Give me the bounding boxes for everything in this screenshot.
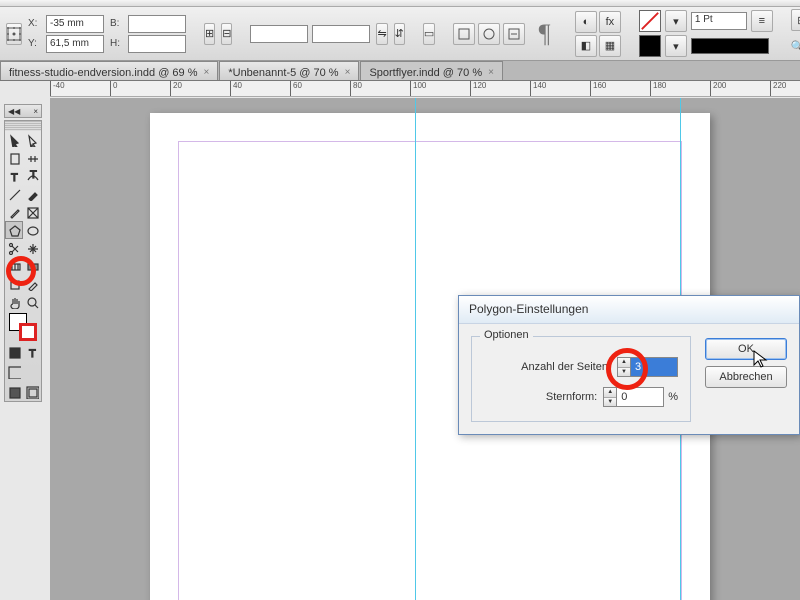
apply-text-icon[interactable]: T bbox=[23, 343, 41, 361]
y-input[interactable]: 61,5 mm bbox=[46, 35, 104, 53]
wrap-icon-1[interactable] bbox=[453, 23, 475, 45]
scissors-tool[interactable] bbox=[5, 239, 23, 257]
type-tool[interactable]: T bbox=[5, 167, 23, 185]
x-input[interactable]: -35 mm bbox=[46, 15, 104, 33]
rotate-input[interactable] bbox=[250, 25, 308, 43]
apply-color-icon[interactable] bbox=[5, 343, 23, 361]
wrap-icon-2[interactable] bbox=[478, 23, 500, 45]
stroke-weight-input[interactable]: 1 Pt bbox=[691, 12, 747, 30]
document-tabs: fitness-studio-endversion.indd @ 69 %× *… bbox=[0, 61, 800, 81]
ellipse-tool[interactable] bbox=[23, 221, 41, 239]
line-tool[interactable] bbox=[5, 185, 23, 203]
shear-input[interactable] bbox=[312, 25, 370, 43]
scale-y-icon[interactable]: ⊟ bbox=[221, 23, 232, 45]
fieldset-legend: Optionen bbox=[480, 329, 533, 341]
sides-spinner[interactable]: ▲▼ bbox=[617, 357, 630, 377]
close-icon[interactable]: × bbox=[488, 67, 494, 78]
ruler-horizontal: -40 0 20 40 60 80 100 120 140 160 180 20… bbox=[50, 81, 800, 97]
gradient-feather-tool[interactable] bbox=[23, 257, 41, 275]
tab-sportflyer[interactable]: Sportflyer.indd @ 70 %× bbox=[360, 61, 503, 80]
tab-unbenannt[interactable]: *Unbenannt-5 @ 70 %× bbox=[219, 61, 359, 80]
svg-text:T: T bbox=[11, 172, 18, 183]
polygon-tool[interactable] bbox=[5, 221, 23, 239]
h-input[interactable] bbox=[128, 35, 186, 53]
x-label: X: bbox=[28, 18, 42, 29]
star-spinner[interactable]: ▲▼ bbox=[603, 387, 616, 407]
tools-panel: T T T bbox=[4, 120, 42, 402]
svg-text:T: T bbox=[30, 170, 37, 181]
zoom-tool[interactable] bbox=[23, 293, 41, 311]
fill-swatch[interactable] bbox=[639, 10, 661, 32]
flip-v-icon[interactable]: ⇵ bbox=[394, 23, 405, 45]
gap-tool[interactable] bbox=[23, 149, 41, 167]
close-icon[interactable]: × bbox=[204, 67, 210, 78]
dialog-title: Polygon-Einstellungen bbox=[459, 296, 799, 324]
flip-h-icon[interactable]: ⇋ bbox=[376, 23, 387, 45]
close-icon[interactable]: × bbox=[345, 67, 351, 78]
page-tool[interactable] bbox=[5, 149, 23, 167]
opacity-icon[interactable]: ◧ bbox=[575, 35, 597, 57]
view-mode-preview[interactable] bbox=[5, 383, 23, 401]
corner-icon[interactable]: ◐ bbox=[575, 11, 597, 33]
container-icon[interactable]: ▭ bbox=[423, 23, 435, 45]
w-input[interactable] bbox=[128, 15, 186, 33]
panel-grip[interactable]: ◀◀× bbox=[4, 104, 42, 118]
stroke-type[interactable] bbox=[691, 38, 769, 54]
gradient-tool[interactable] bbox=[5, 257, 23, 275]
frame-tool[interactable] bbox=[23, 203, 41, 221]
star-input[interactable] bbox=[616, 387, 664, 407]
cancel-button[interactable]: Abbrechen bbox=[705, 366, 787, 388]
fill-stroke-proxy[interactable] bbox=[5, 311, 41, 343]
fill-menu-icon[interactable]: ▾ bbox=[665, 10, 687, 32]
wrap-icon-3[interactable] bbox=[503, 23, 525, 45]
effects-icon[interactable]: fx bbox=[599, 11, 621, 33]
star-label: Sternform: bbox=[546, 391, 597, 403]
polygon-settings-dialog: Polygon-Einstellungen Optionen Anzahl de… bbox=[458, 295, 800, 435]
type-path-tool[interactable]: T bbox=[23, 167, 41, 185]
mystery-icon-1[interactable]: ⊞ bbox=[791, 9, 800, 31]
svg-text:T: T bbox=[29, 348, 36, 359]
ref-point-icon[interactable] bbox=[6, 23, 22, 45]
scale-x-icon[interactable]: ⊞ bbox=[204, 23, 215, 45]
zoom-icon: 🔍 bbox=[791, 40, 800, 53]
tab-fitness[interactable]: fitness-studio-endversion.indd @ 69 %× bbox=[0, 61, 218, 80]
y-label: Y: bbox=[28, 38, 42, 49]
control-bar: X: -35 mm Y: 61,5 mm B: H: ⊞ ⊟ ⇋ ⇵ ▭ ¶ ◐… bbox=[0, 7, 800, 61]
star-suffix: % bbox=[668, 391, 678, 403]
ok-button[interactable]: OK bbox=[705, 338, 787, 360]
view-mode-normal[interactable] bbox=[5, 361, 23, 383]
note-tool[interactable] bbox=[5, 275, 23, 293]
eyedropper-tool[interactable] bbox=[23, 275, 41, 293]
direct-selection-tool[interactable] bbox=[23, 131, 41, 149]
sides-label: Anzahl der Seiten: bbox=[521, 361, 611, 373]
selection-tool[interactable] bbox=[5, 131, 23, 149]
hand-tool[interactable] bbox=[5, 293, 23, 311]
w-label: B: bbox=[110, 18, 124, 29]
transform-tool[interactable] bbox=[23, 239, 41, 257]
paragraph-style-icon: ¶ bbox=[531, 19, 557, 49]
grid-icon[interactable]: ▦ bbox=[599, 35, 621, 57]
stroke-style-icon[interactable]: ≡ bbox=[751, 10, 773, 32]
pencil-tool[interactable] bbox=[5, 203, 23, 221]
h-label: H: bbox=[110, 38, 124, 49]
pen-tool[interactable] bbox=[23, 185, 41, 203]
sides-input[interactable] bbox=[630, 357, 678, 377]
stroke-menu-icon[interactable]: ▾ bbox=[665, 35, 687, 57]
view-mode-bleed[interactable] bbox=[23, 383, 41, 401]
stroke-swatch[interactable] bbox=[639, 35, 661, 57]
